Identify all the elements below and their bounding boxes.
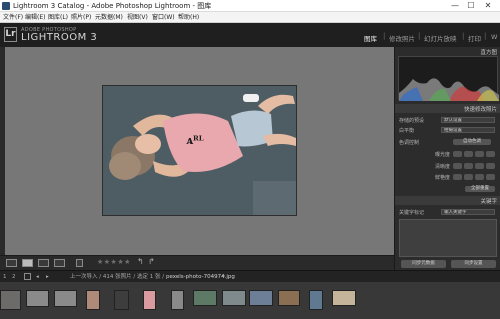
minimize-button[interactable]: — (448, 0, 462, 12)
module-web[interactable]: W (491, 33, 497, 41)
module-develop[interactable]: 修改照片 (389, 33, 415, 43)
brand-big: LIGHTROOM 3 (21, 32, 98, 43)
filmstrip-thumb[interactable] (222, 290, 246, 306)
module-separator: | (484, 32, 487, 40)
white-balance-label: 白平衡 (399, 128, 415, 134)
menu-bar: 文件(F) 编辑(E) 图库(L) 照片(P) 元数据(M) 视图(V) 窗口(… (0, 12, 500, 23)
keywording-title: 关键字 (480, 199, 497, 205)
grid-view-button[interactable] (6, 259, 17, 267)
filmstrip-thumb[interactable] (171, 290, 184, 310)
exposure-increase[interactable] (475, 151, 484, 157)
filmstrip-thumb[interactable] (0, 290, 21, 310)
saved-preset-label: 存储的预设 (399, 118, 425, 124)
module-separator: | (462, 32, 465, 40)
rating-stars[interactable]: ★★★★★ (97, 258, 131, 266)
filename-dropdown-icon[interactable]: ▾ (222, 272, 225, 282)
exposure-decrease[interactable] (464, 151, 473, 157)
filmstrip-thumb[interactable] (309, 290, 323, 310)
keywording-header[interactable]: 关键字 (395, 196, 500, 205)
quick-develop-title: 快速修改照片 (463, 107, 497, 113)
filmstrip-thumb[interactable] (249, 290, 273, 306)
menu-file[interactable]: 文件(F) (3, 12, 23, 23)
sync-settings-button[interactable]: 同步设置 (451, 260, 496, 268)
module-slideshow[interactable]: 幻灯片放映 (424, 33, 457, 43)
exposure-steppers[interactable] (453, 151, 495, 157)
clarity-steppers[interactable] (453, 163, 495, 169)
vibrance-increase-more[interactable] (486, 174, 495, 180)
loupe-view-button[interactable] (22, 259, 33, 267)
vibrance-decrease-more[interactable] (453, 174, 462, 180)
survey-view-button[interactable] (54, 259, 65, 267)
keyword-tags-label: 关键字标记 (399, 210, 425, 216)
module-library[interactable]: 图库 (364, 33, 377, 43)
vibrance-label: 鲜艳度 (435, 175, 451, 181)
menu-metadata[interactable]: 元数据(M) (95, 12, 123, 23)
filmstrip-thumb[interactable] (143, 290, 156, 310)
library-toolbar: ★★★★★ ↰ ↱ (0, 255, 394, 270)
menu-help[interactable]: 帮助(H) (178, 12, 199, 23)
photo-image: ᴀᴿᴸ (103, 86, 296, 215)
keyword-tags-select[interactable]: 输入关键字 (441, 209, 495, 215)
exposure-label: 曝光度 (435, 152, 451, 158)
filmstrip-thumb[interactable] (114, 290, 129, 310)
filmstrip-thumb[interactable] (278, 290, 300, 306)
module-separator: | (383, 32, 386, 40)
close-button[interactable]: ✕ (481, 0, 495, 12)
menu-view[interactable]: 视图(V) (127, 12, 148, 23)
exposure-decrease-more[interactable] (453, 151, 462, 157)
painter-icon[interactable] (76, 259, 83, 267)
filmstrip-thumb[interactable] (193, 290, 217, 306)
filmstrip-navigation: 1 2 ◂ ▸ 上一次导入 / 414 张照片 / 选定 1 张 / pexel… (0, 270, 500, 282)
clarity-decrease-more[interactable] (453, 163, 462, 169)
filmstrip-thumb[interactable] (54, 290, 77, 307)
compare-view-button[interactable] (38, 259, 49, 267)
white-balance-select[interactable]: 拍摄设置 (441, 127, 495, 133)
filmstrip (0, 282, 500, 319)
histogram-graph (399, 78, 499, 101)
exposure-increase-more[interactable] (486, 151, 495, 157)
source-breadcrumb[interactable]: 上一次导入 / 414 张照片 / 选定 1 张 / (70, 272, 164, 282)
forward-arrow-icon[interactable]: ▸ (46, 272, 49, 282)
vibrance-steppers[interactable] (453, 174, 495, 180)
grid-icon[interactable] (24, 273, 31, 280)
identity-plate: Lr ADOBE PHOTOSHOP LIGHTROOM 3 图库 | 修改照片… (0, 23, 500, 47)
vibrance-decrease[interactable] (464, 174, 473, 180)
saved-preset-select[interactable]: 默认设置 (441, 117, 495, 123)
menu-photo[interactable]: 照片(P) (71, 12, 91, 23)
maximize-button[interactable]: ☐ (464, 0, 478, 12)
page-2-button[interactable]: 2 (12, 272, 16, 282)
module-separator: | (418, 32, 421, 40)
menu-window[interactable]: 窗口(W) (152, 12, 175, 23)
lightroom-logo: Lr (4, 27, 17, 42)
histogram-title[interactable]: 直方图 (395, 48, 500, 56)
window-titlebar: Lightroom 3 Catalog - Adobe Photoshop Li… (0, 0, 500, 12)
vibrance-increase[interactable] (475, 174, 484, 180)
main-photo[interactable]: ᴀᴿᴸ (102, 85, 297, 216)
auto-tone-button[interactable]: 自动色调 (453, 139, 491, 145)
clarity-increase-more[interactable] (486, 163, 495, 169)
page-1-button[interactable]: 1 (3, 272, 7, 282)
quick-develop-header[interactable]: 快速修改照片 (395, 104, 500, 113)
right-panel: 直方图 快速修改照片 存储的预设 默认设置 白平衡 拍摄设置 色调控制 自动色调… (394, 47, 500, 270)
menu-edit[interactable]: 编辑(E) (25, 12, 45, 23)
reset-all-button[interactable]: 全部重置 (465, 186, 495, 192)
module-print[interactable]: 打印 (468, 33, 481, 43)
rotate-right-icon[interactable]: ↱ (148, 257, 155, 266)
back-arrow-icon[interactable]: ◂ (36, 272, 39, 282)
filmstrip-thumb-selected[interactable] (332, 290, 356, 306)
filmstrip-thumb[interactable] (86, 290, 100, 310)
menu-library[interactable]: 图库(L) (48, 12, 68, 23)
tone-control-label: 色调控制 (399, 140, 420, 146)
svg-text:ᴀᴿᴸ: ᴀᴿᴸ (186, 134, 204, 147)
filmstrip-thumb[interactable] (26, 290, 49, 307)
rotate-left-icon[interactable]: ↰ (137, 257, 144, 266)
app-icon (2, 2, 10, 10)
clarity-decrease[interactable] (464, 163, 473, 169)
sync-metadata-button[interactable]: 同步元数据 (401, 260, 446, 268)
window-title: Lightroom 3 Catalog - Adobe Photoshop Li… (13, 2, 212, 10)
clarity-label: 清晰度 (435, 164, 451, 170)
keyword-entry-area[interactable] (399, 219, 497, 257)
clarity-increase[interactable] (475, 163, 484, 169)
histogram (398, 56, 499, 101)
